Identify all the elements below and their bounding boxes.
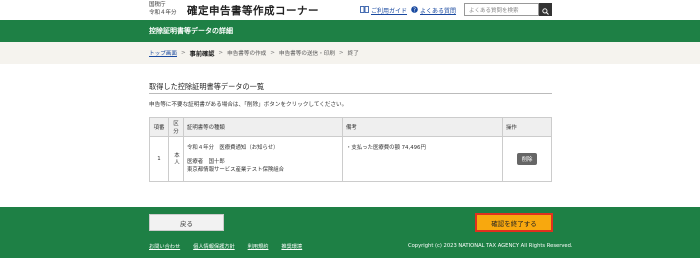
breadcrumb-separator: > [338, 50, 344, 56]
row-certificate-type: 令和４年分 医療費通知（お知らせ） 医療者 国十郎 東京都情報サービス産業テスト… [183, 136, 343, 182]
header-category: 区分 [168, 117, 184, 137]
table-header-row: 項番 区分 証明書等の種類 備考 操作 [149, 117, 552, 137]
question-icon: ? [411, 6, 418, 15]
header-remarks: 備考 [342, 117, 503, 137]
certificate-title: 令和４年分 医療費通知（お知らせ） [187, 145, 279, 151]
row-action-cell: 削除 [502, 136, 552, 182]
certificate-issuer: 東京都情報サービス産業テスト保険組合 [187, 167, 285, 173]
row-number: 1 [149, 136, 169, 182]
site-title[interactable]: 確定申告書等作成コーナー [187, 3, 319, 18]
breadcrumb-top[interactable]: トップ画面 [149, 49, 177, 57]
page-title-band: 控除証明書等データの詳細 [0, 20, 700, 42]
breadcrumb-separator: > [218, 50, 224, 56]
footer-link-terms[interactable]: 利用規約 [248, 243, 269, 250]
faq-label: よくある質問 [420, 8, 457, 15]
footer-link-privacy[interactable]: 個人情報保護方針 [193, 243, 235, 250]
faq-link[interactable]: ? よくある質問 [411, 6, 456, 15]
breadcrumb-separator: > [270, 50, 275, 56]
finish-confirmation-button[interactable]: 確認を終了する [475, 213, 553, 232]
page-title: 控除証明書等データの詳細 [149, 27, 233, 35]
back-button[interactable]: 戻る [149, 214, 224, 231]
section-title: 取得した控除証明書等データの一覧 [149, 82, 265, 91]
breadcrumb-step-create: 申告書等の作成 [227, 51, 267, 57]
svg-text:?: ? [413, 8, 416, 13]
header-number: 項番 [149, 117, 169, 137]
section-divider [149, 93, 552, 94]
breadcrumb-step-send: 申告書等の送信・印刷 [278, 51, 335, 57]
breadcrumb: トップ画面 > 事前確認 > 申告書等の作成 > 申告書等の送信・印刷 > 終了 [0, 42, 700, 64]
faq-search-input[interactable]: よくある質問を検索 [464, 3, 539, 16]
copyright-text: Copyright (c) 2023 NATIONAL TAX AGENCY A… [408, 243, 573, 249]
breadcrumb-current: 事前確認 [189, 50, 215, 58]
header-action: 操作 [502, 117, 552, 137]
delete-button[interactable]: 削除 [516, 153, 538, 165]
footer-link-contact[interactable]: お問い合わせ [149, 243, 180, 250]
site-header: 国税庁 令和４年分 確定申告書等作成コーナー ご利用ガイド ? よくある質問 よ… [0, 0, 700, 20]
row-category-cell: 本人 [168, 136, 184, 182]
breadcrumb-separator: > [180, 50, 186, 56]
certificate-person: 医療者 国十郎 [187, 159, 225, 165]
footer-links: お問い合わせ 個人情報保護方針 利用規約 推奨環境 [149, 243, 302, 250]
agency-label: 国税庁 令和４年分 [149, 1, 177, 17]
footer-link-environment[interactable]: 推奨環境 [281, 243, 302, 250]
table-row: 1 本人 令和４年分 医療費通知（お知らせ） 医療者 国十郎 東京都情報サービス… [149, 136, 552, 182]
agency-name: 国税庁 [149, 2, 166, 8]
search-button[interactable] [539, 3, 552, 16]
user-guide-link[interactable]: ご利用ガイド [360, 6, 407, 15]
search-icon [542, 0, 549, 19]
certificate-table: 項番 区分 証明書等の種類 備考 操作 1 本人 令和４年分 医療費通知（お知ら… [149, 117, 552, 182]
user-guide-label: ご利用ガイド [371, 8, 408, 15]
row-category: 本人 [173, 151, 179, 167]
instruction-text: 申告等に不要な証明書がある場合は、「削除」ボタンをクリックしてください。 [149, 102, 348, 108]
breadcrumb-step-end: 終了 [347, 51, 359, 57]
row-remarks: ・支払った医療費の額 74,496円 [342, 136, 503, 182]
book-icon [360, 6, 369, 15]
header-certificate-type: 証明書等の種類 [183, 117, 343, 137]
tax-year-label: 令和４年分 [149, 10, 177, 16]
footer-band [0, 207, 700, 258]
